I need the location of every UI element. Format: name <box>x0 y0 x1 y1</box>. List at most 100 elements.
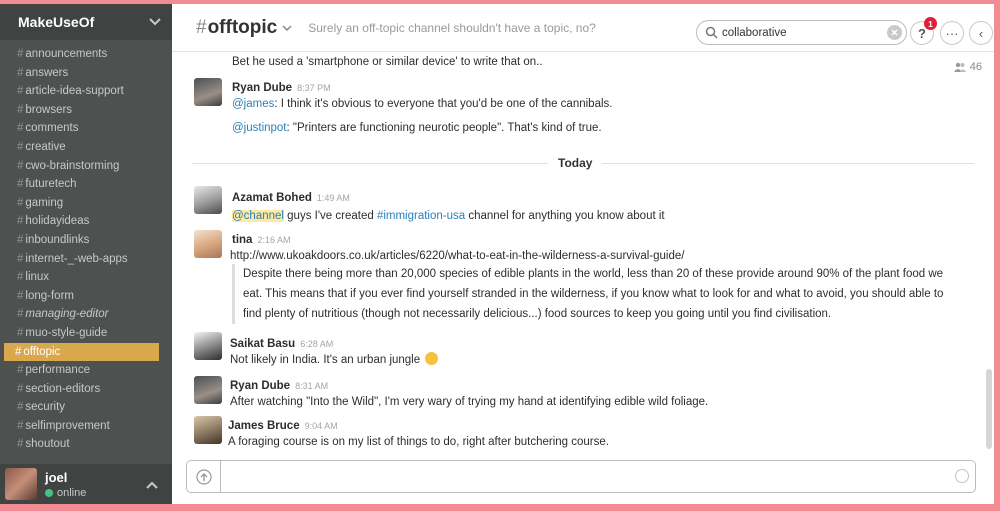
sidebar-channel-cwo-brainstorming[interactable]: # cwo-brainstorming <box>0 157 172 176</box>
avatar[interactable] <box>194 416 222 444</box>
sidebar-channel-comments[interactable]: # comments <box>0 119 172 138</box>
sidebar-channel-offtopic[interactable]: # offtopic <box>4 342 159 362</box>
sidebar-channel-creative[interactable]: # creative <box>0 138 172 157</box>
upload-button[interactable] <box>187 461 221 492</box>
day-divider-label: Today <box>548 156 603 170</box>
message-author[interactable]: Ryan Dube <box>230 380 290 392</box>
message-timestamp[interactable]: 2:16 AM <box>257 235 290 245</box>
channel-list: # announcements # answers # article-idea-supp… <box>0 40 172 454</box>
user-mention[interactable]: @james <box>232 98 274 110</box>
channel-topic[interactable]: Surely an off-topic channel shouldn't ha… <box>308 21 596 35</box>
search-input[interactable] <box>722 26 882 39</box>
avatar[interactable] <box>194 332 222 360</box>
presence-dot-icon <box>45 488 53 497</box>
upload-icon <box>195 468 212 485</box>
sidebar-channel-browsers[interactable]: # browsers <box>0 101 172 120</box>
avatar[interactable] <box>194 186 222 214</box>
message-timestamp[interactable]: 9:04 AM <box>305 421 338 431</box>
chevron-up-icon[interactable] <box>146 476 160 490</box>
sidebar-channel-security[interactable]: # security <box>0 398 172 417</box>
message-text: @james: I think it's obvious to everyone… <box>232 98 612 110</box>
channel-title-label: offtopic <box>207 16 278 38</box>
message-author[interactable]: Ryan Dube <box>232 82 292 94</box>
avatar[interactable] <box>5 468 37 500</box>
channel-mention[interactable]: @channel <box>232 210 284 222</box>
channel-hash: # <box>17 215 24 228</box>
sidebar-channel-long-form[interactable]: # long-form <box>0 287 172 306</box>
message-timestamp[interactable]: 6:28 AM <box>300 339 333 349</box>
sidebar-channel-internet-_-web-apps[interactable]: # internet-_-web-apps <box>0 250 172 269</box>
chevron-down-icon[interactable] <box>282 22 294 34</box>
channel-name: selfimprovement <box>25 419 110 432</box>
user-mention[interactable]: @justinpot <box>232 122 287 134</box>
channel-name: muo-style-guide <box>25 326 108 339</box>
channel-name: browsers <box>25 103 73 116</box>
sidebar-channel-futuretech[interactable]: # futuretech <box>0 175 172 194</box>
channel-hash: # <box>17 326 24 339</box>
message-text: After watching "Into the Wild", I'm very… <box>230 396 709 408</box>
channel-hash: # <box>17 103 24 116</box>
sidebar-channel-linux[interactable]: # linux <box>0 268 172 287</box>
user-info: joel online <box>45 470 86 499</box>
message-link[interactable]: http://www.ukoakdoors.co.uk/articles/622… <box>230 250 684 262</box>
avatar[interactable] <box>194 376 222 404</box>
message-header: tina 2:16 AM <box>232 230 290 248</box>
message-timestamp[interactable]: 8:37 PM <box>297 83 331 93</box>
sidebar-channel-performance[interactable]: # performance <box>0 361 172 380</box>
channel-hash: # <box>17 364 24 377</box>
sidebar-channel-announcements[interactable]: # announcements <box>0 45 172 64</box>
sidebar-channel-managing-editor[interactable]: # managing-editor <box>0 305 172 324</box>
message-author[interactable]: Saikat Basu <box>230 338 295 350</box>
channel-hash: # <box>17 196 24 209</box>
sidebar-channel-article-idea-support[interactable]: # article-idea-support <box>0 82 172 101</box>
channel-hash: # <box>17 401 24 414</box>
channel-name: inboundlinks <box>25 233 90 246</box>
sidebar-channel-answers[interactable]: # answers <box>0 64 172 83</box>
sidebar-channel-inboundlinks[interactable]: # inboundlinks <box>0 231 172 250</box>
message-header: Saikat Basu 6:28 AM <box>230 334 333 352</box>
channel-hash: # <box>17 382 24 395</box>
channel-hash: # <box>17 159 24 172</box>
sidebar-channel-holidayideas[interactable]: # holidayideas <box>0 212 172 231</box>
clear-search-icon[interactable] <box>887 25 902 40</box>
channel-hash: # <box>17 178 24 191</box>
channel-name: internet-_-web-apps <box>25 252 128 265</box>
team-header[interactable]: MakeUseOf <box>0 4 172 40</box>
message-text: @channel guys I've created #immigration-… <box>232 210 665 222</box>
channel-hash: # <box>17 438 24 451</box>
avatar[interactable] <box>194 230 222 258</box>
channel-name: security <box>25 401 66 414</box>
emoji-icon[interactable] <box>955 469 969 483</box>
sidebar-channel-gaming[interactable]: # gaming <box>0 194 172 213</box>
message-timestamp[interactable]: 1:49 AM <box>317 193 350 203</box>
collapse-sidebar-button[interactable]: ‹ <box>969 21 993 45</box>
link-preview-quote: Despite there being more than 20,000 spe… <box>232 264 952 324</box>
message-header: Ryan Dube 8:37 PM <box>232 78 331 96</box>
channel-title[interactable]: #offtopic <box>196 17 277 39</box>
channel-hash: # <box>17 419 24 432</box>
chevron-down-icon[interactable] <box>148 15 162 29</box>
channel-hash: # <box>17 85 24 98</box>
channel-link[interactable]: #immigration-usa <box>377 210 465 222</box>
sidebar: MakeUseOf # announcements # answers # article… <box>0 4 172 504</box>
message-author[interactable]: James Bruce <box>228 420 300 432</box>
message-author[interactable]: Azamat Bohed <box>232 192 312 204</box>
more-button[interactable]: ··· <box>940 21 964 45</box>
user-footer[interactable]: joel online <box>0 464 172 504</box>
sidebar-channel-shoutout[interactable]: # shoutout <box>0 435 172 454</box>
message-input[interactable] <box>227 461 927 492</box>
sidebar-channel-selfimprovement[interactable]: # selfimprovement <box>0 417 172 436</box>
avatar[interactable] <box>194 78 222 106</box>
channel-hash: # <box>17 289 24 302</box>
search-box[interactable] <box>696 20 907 45</box>
sidebar-channel-muo-style-guide[interactable]: # muo-style-guide <box>0 324 172 343</box>
scrollbar[interactable] <box>986 369 992 449</box>
channel-name: announcements <box>25 48 108 60</box>
message-timestamp[interactable]: 8:31 AM <box>295 381 328 391</box>
message-fragment: : "Printers are functioning neurotic peo… <box>286 122 602 134</box>
channel-name: answers <box>25 66 69 79</box>
message-author[interactable]: tina <box>232 234 252 246</box>
channel-name: creative <box>25 140 66 153</box>
sidebar-channel-section-editors[interactable]: # section-editors <box>0 380 172 399</box>
channel-name: gaming <box>25 196 64 209</box>
